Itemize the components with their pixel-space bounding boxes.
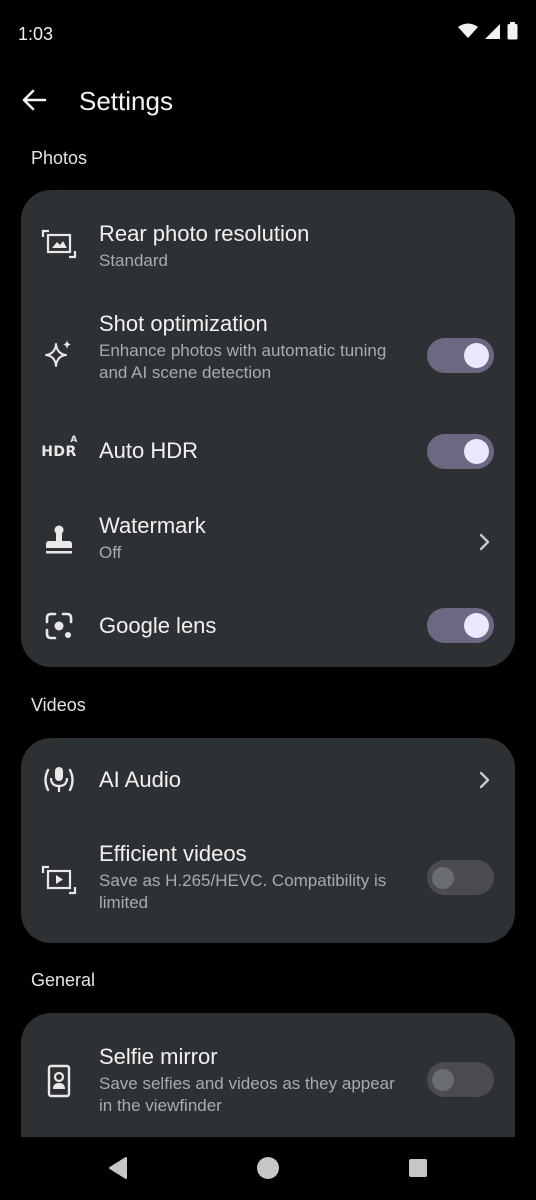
status-bar: 1:03: [0, 0, 536, 68]
rear-photo-resolution-title: Rear photo resolution: [99, 221, 310, 246]
page-title: Settings: [79, 86, 173, 116]
efficient-videos-description: Save as H.265/HEVC. Compatibility is lim…: [99, 871, 387, 912]
system-nav-bar: [0, 1137, 536, 1200]
shot-optimization-toggle[interactable]: [427, 338, 494, 373]
status-icons: [458, 22, 518, 45]
selfie-mirror-text: Selfie mirror Save selfies and videos as…: [99, 1043, 405, 1117]
auto-hdr-row[interactable]: HDR A Auto HDR: [21, 430, 515, 474]
selfie-mirror-description: Save selfies and videos as they appear i…: [99, 1074, 395, 1115]
watermark-value: Off: [99, 543, 122, 562]
settings-list[interactable]: Photos Rear photo resolution Standard Sh…: [0, 136, 536, 1137]
toggle-knob: [432, 1068, 454, 1091]
shot-optimization-title: Shot optimization: [99, 311, 268, 336]
general-card: Selfie mirror Save selfies and videos as…: [21, 1013, 515, 1137]
efficient-videos-toggle[interactable]: [427, 860, 494, 895]
hdr-icon-text: HDR: [41, 444, 77, 460]
section-header-general: General: [31, 970, 96, 990]
hdr-icon-sup: A: [70, 435, 78, 445]
efficient-videos-row[interactable]: Efficient videos Save as H.265/HEVC. Com…: [21, 840, 515, 925]
battery-icon: [507, 22, 518, 45]
chevron-right-icon: [474, 532, 494, 552]
selfie-mirror-toggle[interactable]: [427, 1062, 494, 1097]
auto-hdr-title: Auto HDR: [99, 438, 199, 463]
ai-audio-title: AI Audio: [99, 767, 181, 792]
nav-recents-button[interactable]: [405, 1157, 431, 1183]
watermark-row[interactable]: Watermark Off: [21, 510, 515, 570]
video-frame-icon: [39, 860, 79, 900]
toggle-knob: [464, 343, 489, 368]
selfie-mirror-row[interactable]: Selfie mirror Save selfies and videos as…: [21, 1043, 515, 1128]
shot-optimization-text: Shot optimization Enhance photos with au…: [99, 310, 405, 384]
google-lens-toggle[interactable]: [427, 608, 494, 643]
home-circle-icon: [256, 1156, 280, 1185]
rear-photo-resolution-value: Standard: [99, 251, 168, 270]
ai-audio-row[interactable]: AI Audio: [21, 758, 515, 802]
toggle-knob: [464, 613, 489, 638]
efficient-videos-text: Efficient videos Save as H.265/HEVC. Com…: [99, 840, 405, 914]
back-triangle-icon: [107, 1156, 129, 1185]
videos-card: AI Audio Efficient videos Save as H.265/…: [21, 738, 515, 943]
efficient-videos-title: Efficient videos: [99, 841, 247, 866]
google-lens-text: Google lens: [99, 612, 405, 640]
watermark-title: Watermark: [99, 513, 206, 538]
back-button[interactable]: [16, 84, 52, 120]
portrait-icon: [39, 1061, 79, 1101]
recents-square-icon: [407, 1157, 429, 1184]
app-bar: Settings: [0, 72, 536, 132]
nav-home-button[interactable]: [255, 1156, 281, 1185]
photos-card: Rear photo resolution Standard Shot opti…: [21, 190, 515, 667]
stamp-icon: [39, 520, 79, 560]
signal-icon: [484, 23, 501, 45]
rear-photo-resolution-row[interactable]: Rear photo resolution Standard: [21, 190, 515, 290]
lens-icon: [39, 606, 79, 646]
section-header-videos: Videos: [31, 695, 86, 715]
nav-back-button[interactable]: [105, 1156, 131, 1185]
wifi-icon: [458, 23, 478, 44]
toggle-knob: [432, 866, 454, 889]
google-lens-title: Google lens: [99, 613, 217, 638]
mic-waves-icon: [39, 760, 79, 800]
watermark-text: Watermark Off: [99, 512, 405, 564]
google-lens-row[interactable]: Google lens: [21, 604, 515, 648]
hdr-auto-icon: HDR A: [37, 432, 81, 472]
shot-optimization-row[interactable]: Shot optimization Enhance photos with au…: [21, 310, 515, 395]
arrow-left-icon: [21, 87, 47, 118]
section-header-photos: Photos: [31, 148, 88, 168]
auto-hdr-toggle[interactable]: [427, 434, 494, 469]
toggle-knob: [464, 439, 489, 464]
selfie-mirror-title: Selfie mirror: [99, 1044, 218, 1069]
chevron-right-icon: [474, 770, 494, 790]
ai-audio-text: AI Audio: [99, 766, 405, 794]
auto-hdr-text: Auto HDR: [99, 437, 405, 465]
status-time: 1:03: [18, 24, 54, 44]
shot-optimization-description: Enhance photos with automatic tuning and…: [99, 341, 387, 382]
image-frame-icon: [39, 224, 79, 264]
sparkle-icon: [39, 334, 79, 374]
rear-photo-resolution-text: Rear photo resolution Standard: [99, 220, 405, 272]
